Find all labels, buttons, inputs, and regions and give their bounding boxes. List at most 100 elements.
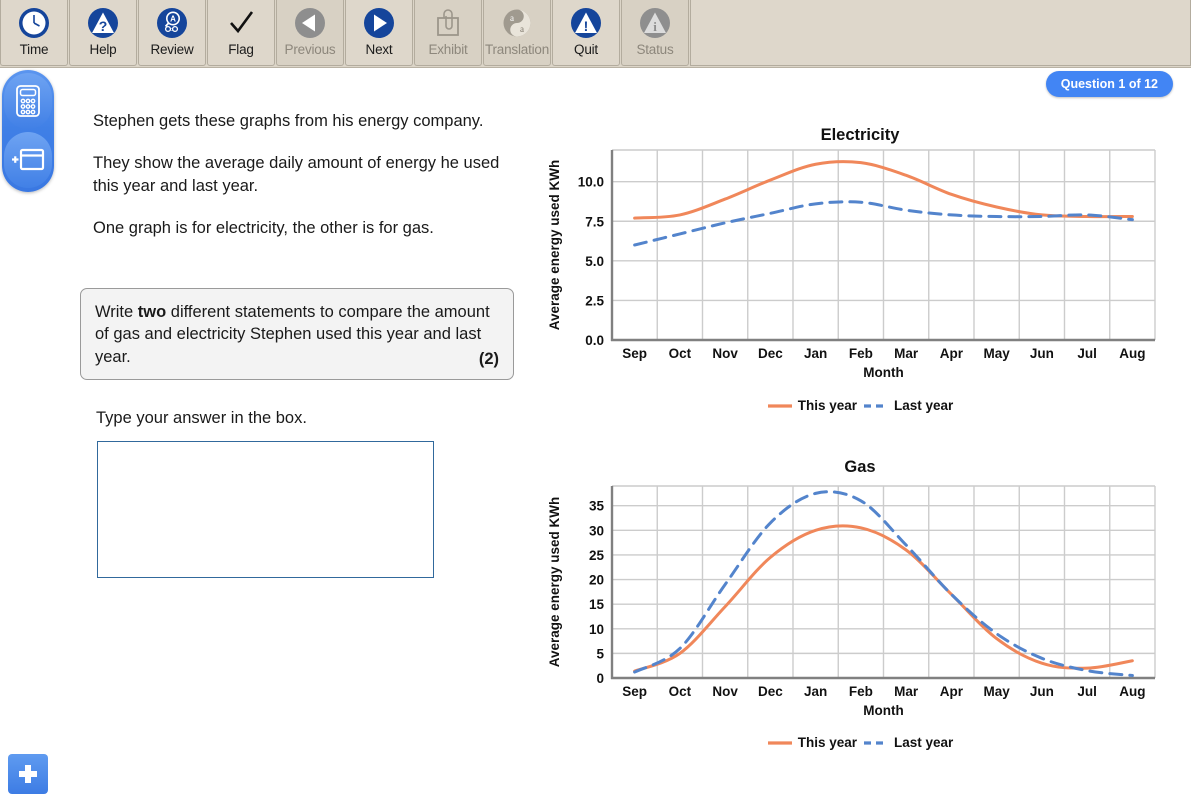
marks-available: (2) — [478, 349, 499, 368]
svg-text:7.5: 7.5 — [585, 214, 604, 229]
svg-text:15: 15 — [589, 597, 605, 612]
question-counter-badge[interactable]: Question 1 of 12 — [1045, 71, 1173, 97]
legend-item-this-year: This year — [767, 735, 857, 750]
svg-text:Nov: Nov — [712, 346, 738, 361]
floating-tool-rail — [2, 70, 54, 192]
toolbar-button-quit[interactable]: ! Quit — [552, 0, 620, 66]
svg-text:i: i — [653, 19, 657, 34]
svg-text:30: 30 — [589, 523, 604, 538]
toolbar-button-flag[interactable]: Flag — [207, 0, 275, 66]
toolbar-label-exhibit: Exhibit — [428, 42, 468, 57]
svg-text:Jun: Jun — [1030, 346, 1054, 361]
flag-check-icon — [230, 11, 254, 34]
svg-text:Nov: Nov — [712, 684, 738, 699]
instruction-text: Write two different statements to compar… — [95, 301, 499, 368]
stem-paragraph-1: Stephen gets these graphs from his energ… — [93, 112, 484, 130]
gas-chart-plot: 0 5 10 15 20 25 30 35 Sep Oct Nov Dec Jan Feb Mar Apr Ma… — [547, 485, 1156, 715]
legend-label-last-year: Last year — [893, 398, 954, 413]
instruction-callout: Write two different statements to compar… — [80, 288, 514, 380]
legend-item-last-year: Last year — [863, 735, 953, 750]
solid-line-swatch-icon — [767, 403, 792, 408]
svg-text:Oct: Oct — [669, 346, 692, 361]
status-icon: i — [640, 8, 670, 38]
review-icon: A c — [157, 8, 187, 38]
svg-text:Month: Month — [863, 703, 903, 715]
svg-text:May: May — [983, 684, 1010, 699]
toolbar-label-translation: Translation — [484, 42, 550, 57]
svg-text:Jan: Jan — [804, 346, 827, 361]
translation-icon: a a — [503, 9, 531, 37]
quit-icon: ! — [571, 8, 601, 38]
svg-text:10.0: 10.0 — [578, 175, 604, 190]
toolbar-button-time[interactable]: Time — [0, 0, 68, 66]
svg-text:35: 35 — [589, 499, 605, 514]
toolbar-button-translation: a a Translation — [483, 0, 551, 66]
instruction-before: Write — [95, 303, 138, 321]
svg-text:a: a — [510, 13, 514, 23]
calculator-button[interactable] — [4, 73, 52, 129]
svg-text:Dec: Dec — [758, 684, 783, 699]
new-window-button[interactable] — [4, 132, 52, 188]
legend-label-this-year: This year — [797, 398, 857, 413]
stem-paragraph-2: They show the average daily amount of en… — [93, 154, 500, 195]
top-toolbar: Time ? Help A c Review Flag Previous Nex… — [0, 0, 1191, 68]
question-stem: Stephen gets these graphs from his energ… — [93, 110, 525, 260]
svg-text:Average energy used KWh: Average energy used KWh — [547, 160, 562, 331]
instruction-bold-word: two — [137, 303, 167, 321]
plus-icon — [19, 765, 37, 783]
svg-text:Sep: Sep — [622, 684, 647, 699]
toolbar-button-help[interactable]: ? Help — [69, 0, 137, 66]
calculator-icon — [16, 85, 40, 117]
toolbar-button-next[interactable]: Next — [345, 0, 413, 66]
svg-text:Aug: Aug — [1119, 684, 1145, 699]
svg-text:0.0: 0.0 — [585, 333, 604, 348]
svg-text:Mar: Mar — [894, 684, 919, 699]
electricity-chart-plot: 0.0 2.5 5.0 7.5 10.0 Sep Oct Nov Dec Jan Feb Mar Apr… — [547, 149, 1156, 378]
toolbar-label-status: Status — [636, 42, 674, 57]
toolbar-button-status: i Status — [621, 0, 689, 66]
svg-text:Apr: Apr — [940, 684, 964, 699]
svg-text:A: A — [170, 15, 176, 24]
electricity-chart-legend: This year Last year — [545, 398, 1175, 413]
toolbar-label-quit: Quit — [574, 42, 598, 57]
solid-line-swatch-icon — [767, 740, 792, 745]
answer-input[interactable] — [97, 441, 434, 578]
svg-text:Dec: Dec — [758, 346, 783, 361]
svg-text:5.0: 5.0 — [585, 254, 604, 269]
toolbar-label-time: Time — [19, 42, 49, 57]
clock-icon — [19, 8, 49, 38]
svg-text:20: 20 — [589, 573, 604, 588]
svg-text:Jan: Jan — [804, 684, 827, 699]
legend-item-last-year: Last year — [863, 398, 953, 413]
exhibit-icon — [437, 9, 459, 36]
dashed-line-swatch-icon — [863, 403, 888, 408]
toolbar-button-exhibit: Exhibit — [414, 0, 482, 66]
svg-text:Oct: Oct — [669, 684, 692, 699]
toolbar-empty-space — [690, 0, 1191, 66]
svg-text:!: ! — [584, 18, 589, 34]
toolbar-button-review[interactable]: A c Review — [138, 0, 206, 66]
svg-text:?: ? — [99, 18, 108, 34]
svg-text:Apr: Apr — [940, 346, 964, 361]
toolbar-label-help: Help — [89, 42, 117, 57]
next-icon — [364, 8, 394, 38]
svg-text:Jun: Jun — [1030, 684, 1054, 699]
svg-text:Aug: Aug — [1119, 346, 1145, 361]
legend-label-last-year: Last year — [893, 735, 954, 750]
gas-chart-panel: Gas 0 5 10 15 20 25 30 35 Sep Oct Nov Dec Jan Feb Mar A… — [545, 450, 1175, 750]
add-note-button[interactable] — [8, 754, 48, 794]
stem-paragraph-3: One graph is for electricity, the other … — [93, 219, 434, 238]
svg-text:May: May — [983, 346, 1010, 361]
svg-text:2.5: 2.5 — [585, 293, 604, 308]
dashed-line-swatch-icon — [863, 740, 888, 745]
toolbar-label-previous: Previous — [284, 42, 336, 57]
svg-text:Jul: Jul — [1077, 684, 1097, 699]
svg-text:Feb: Feb — [849, 684, 873, 699]
legend-item-this-year: This year — [767, 398, 857, 413]
help-icon: ? — [88, 8, 118, 38]
gas-chart-legend: This year Last year — [545, 735, 1175, 750]
svg-text:Mar: Mar — [894, 346, 919, 361]
toolbar-label-review: Review — [150, 42, 194, 57]
electricity-chart-panel: Electricity 0.0 2.5 5.0 7.5 10.0 Sep Oct Nov Dec… — [545, 118, 1175, 413]
svg-text:Jul: Jul — [1077, 346, 1097, 361]
